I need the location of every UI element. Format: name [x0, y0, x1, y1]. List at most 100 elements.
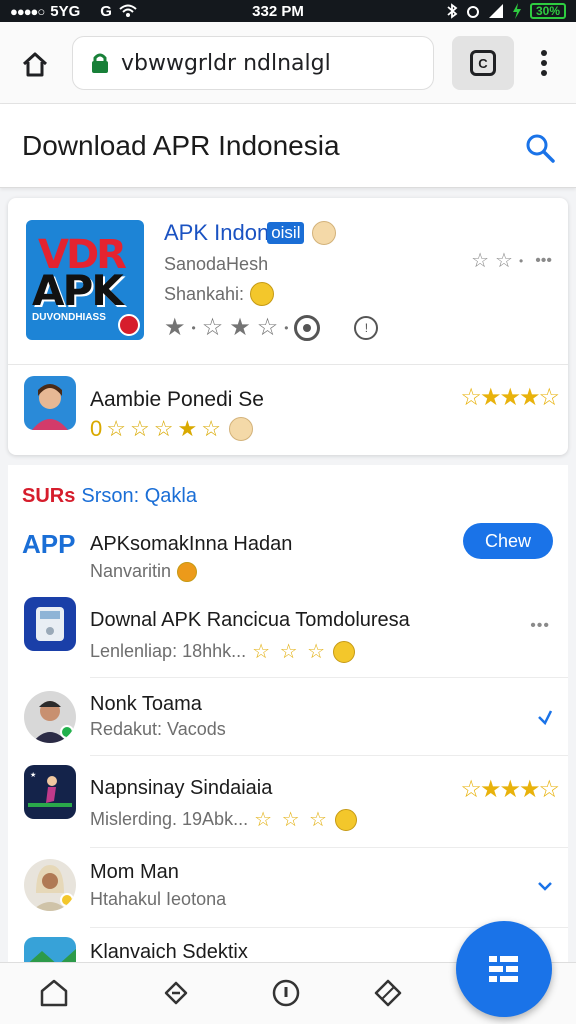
featured-card[interactable]: VDR APK DUVONDHIASS APK Indon oisil Sano… — [8, 198, 568, 455]
view-button[interactable]: Chew — [463, 523, 553, 559]
floating-action-button[interactable] — [456, 921, 552, 1017]
star-outline-icon: ☆ — [538, 384, 559, 411]
list-item-title: Downal APK Rancicua Tomdoluresa — [90, 609, 410, 631]
featured-actions: ☆ ☆ • ••• — [471, 248, 552, 273]
info-icon[interactable]: ! — [354, 315, 379, 340]
tag-nav-icon[interactable] — [372, 977, 404, 1009]
list-item[interactable]: ★ Napnsinay Sindaiaia Mislerding. 19Abk.… — [8, 759, 568, 845]
list-item[interactable]: Mom Man Htahakul Ieotona — [8, 851, 568, 927]
search-icon[interactable] — [524, 132, 556, 164]
tabs-button[interactable]: C — [452, 36, 514, 90]
more-options-button[interactable]: ••• — [535, 252, 552, 270]
url-text: vbwwgrldr ndlnalgl — [121, 50, 331, 76]
list-item-icon: ★ — [24, 765, 76, 819]
wifi-icon — [119, 4, 137, 17]
menu-dot-icon — [541, 50, 547, 56]
dot-icon: • — [191, 320, 196, 335]
rating-stars-icon: ☆ ☆ ☆ — [254, 809, 329, 831]
star-half-icon: ★ — [518, 384, 540, 411]
second-item-star-rating: ☆★★★☆ — [460, 383, 560, 412]
icon-text-main: APK — [32, 266, 124, 315]
star-outline-icon: ☆ — [201, 416, 221, 441]
star-outline-icon: ☆ — [201, 314, 224, 341]
svg-text:★: ★ — [30, 771, 36, 779]
bluetooth-icon — [447, 3, 458, 19]
star-outline-icon: ☆ — [471, 250, 490, 272]
list-item-avatar — [24, 859, 76, 911]
chevron-icon[interactable] — [536, 707, 554, 725]
charging-icon — [512, 3, 521, 19]
clock: 332 PM — [252, 2, 304, 20]
dot-icon: • — [284, 320, 289, 335]
tab-count-icon: C — [470, 50, 496, 76]
list-item-subtitle: Lenlenliap: 18hhk... ☆ ☆ ☆ — [90, 639, 356, 664]
list-item-subtitle: Htahakul Ieotona — [90, 889, 227, 909]
carrier-label: 5YG — [50, 2, 81, 20]
menu-dot-icon — [541, 70, 547, 76]
row-divider — [90, 677, 568, 678]
section-header: SURs Srson: Qakla — [22, 485, 197, 508]
online-badge-icon — [60, 725, 74, 739]
info-nav-icon[interactable] — [270, 977, 302, 1009]
second-item-rating: 0 ☆ ☆ ☆ ★ ☆ — [90, 416, 253, 442]
list-item-title: Nonk Toama — [90, 693, 202, 715]
star-badge-icon — [177, 561, 198, 582]
star-icon: ★ — [177, 416, 198, 441]
page-title: Download APR Indonesia — [22, 130, 340, 161]
second-item-avatar[interactable] — [24, 376, 76, 430]
home-nav-icon[interactable] — [38, 977, 70, 1009]
list-item[interactable]: Nonk Toama Redakut: Vacods — [8, 681, 568, 757]
more-options-button[interactable]: ••• — [530, 617, 550, 635]
address-bar[interactable]: vbwwgrldr ndlnalgl — [72, 36, 434, 90]
app-list-section: SURs Srson: Qakla APP APKsomakInna Hadan… — [8, 465, 568, 965]
battery-indicator: 30% — [529, 3, 566, 19]
grin-emoji-icon — [250, 282, 275, 306]
home-icon — [22, 52, 48, 77]
list-item-icon — [24, 597, 76, 651]
section-label-red: SURs — [22, 485, 76, 507]
star-outline-icon: ☆ — [460, 776, 481, 803]
second-item-name[interactable]: Aambie Ponedi Se — [90, 388, 264, 412]
chevron-icon[interactable] — [536, 877, 554, 895]
star-outline-icon: ☆ — [153, 416, 174, 441]
record-icon[interactable] — [294, 314, 321, 341]
featured-developer: SanodaHesh — [164, 254, 269, 274]
list-item-subtitle-text: Mislerding. 19Abk... — [90, 809, 249, 829]
smiley-emoji-icon — [228, 417, 253, 441]
list-item-avatar — [24, 691, 76, 743]
list-item-title: APKsomakInna Hadan — [90, 533, 293, 555]
list-item-subtitle: Redakut: Vacods — [90, 719, 226, 739]
home-button[interactable] — [18, 48, 52, 82]
icon-text-bottom: DUVONDHIASS — [32, 312, 106, 323]
star-icon: ★ — [164, 314, 186, 341]
star-outline-icon: ☆ — [129, 416, 150, 441]
alarm-icon — [466, 6, 479, 18]
overflow-menu-button[interactable] — [530, 46, 558, 80]
apps-grid-icon — [489, 956, 518, 982]
list-item-subtitle: Nanvaritin — [90, 561, 198, 582]
featured-app-name[interactable]: APK Indon oisil — [164, 220, 337, 246]
page-header: Download APR Indonesia — [0, 104, 576, 188]
list-item-subtitle-text: Lenlenliap: 18hhk... — [90, 641, 247, 661]
featured-subtitle-text: Shankahi: — [164, 283, 245, 304]
list-item-title: Klanvaich Sdektix — [90, 941, 248, 963]
section-label-blue: Srson: Qakla — [81, 485, 197, 507]
record-badge-icon — [118, 314, 140, 336]
star-outline-icon: ☆ — [538, 776, 559, 803]
featured-name-text: APK Indon — [164, 220, 270, 245]
list-item-icon — [24, 937, 76, 965]
card-divider — [8, 364, 568, 365]
featured-subtitle: Shankahi: — [164, 282, 275, 306]
status-bar: ●●●●○ 5YG G 332 PM 30% — [0, 0, 576, 22]
list-item[interactable]: Downal APK Rancicua Tomdoluresa Lenlenli… — [8, 595, 568, 681]
signal-dots-icon: ●●●●○ — [10, 3, 45, 19]
dot-icon: • — [518, 253, 524, 268]
featured-app-icon[interactable]: VDR APK DUVONDHIASS — [26, 220, 144, 340]
grin-emoji-icon — [333, 640, 356, 663]
back-nav-icon[interactable] — [160, 977, 192, 1009]
list-item-subtitle-text: Nanvaritin — [90, 561, 172, 581]
rating-stars-icon: ☆ ☆ ☆ — [252, 641, 328, 663]
star-outline-icon: ☆ — [256, 314, 279, 341]
list-item-star-rating: ☆★★★☆ — [460, 775, 560, 804]
network-icon: G — [100, 2, 112, 20]
